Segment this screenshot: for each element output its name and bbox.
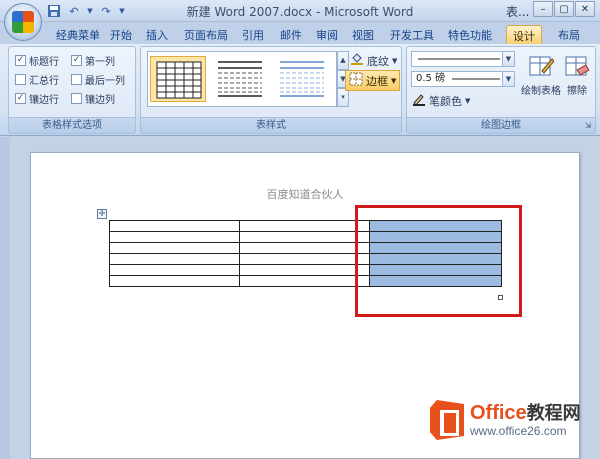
draw-borders-group: ▼ 0.5 磅 ▼ 笔颜色 ▼ 绘制表格 擦除 绘图边框 ⇲ (406, 46, 596, 134)
pen-color-button[interactable]: 笔颜色 ▼ (409, 91, 473, 110)
watermark-brand: Office教程网 (470, 402, 581, 424)
annotation-highlight-box (355, 205, 522, 317)
window-controls: – ▢ ✕ (532, 1, 595, 17)
table-cell[interactable] (109, 231, 240, 243)
banded-rows-option[interactable]: ✓ 镶边行 (15, 91, 59, 106)
draw-table-icon (528, 53, 555, 79)
first-column-option[interactable]: ✓ 第一列 (71, 53, 115, 68)
shading-label: 底纹 (367, 54, 389, 68)
banded-columns-label: 镶边列 (85, 95, 115, 106)
tab-classic-menu[interactable]: 经典菜单 (50, 25, 106, 44)
banded-rows-label: 镶边行 (29, 95, 59, 106)
tab-special-features[interactable]: 特色功能 (442, 25, 498, 44)
table-cell[interactable] (109, 220, 240, 232)
pen-icon (412, 92, 426, 109)
pen-style-select[interactable]: ▼ (411, 51, 515, 67)
pen-weight-value: 0.5 磅 (416, 73, 446, 84)
table-cell[interactable] (239, 242, 370, 254)
dialog-launcher-icon[interactable]: ⇲ (583, 121, 593, 131)
borders-icon (349, 72, 363, 89)
pen-style-dropdown-icon: ▼ (502, 52, 514, 66)
table-style-options-group-label: 表格样式选项 (9, 117, 135, 133)
table-style-grid[interactable] (150, 56, 206, 102)
table-styles-gallery (147, 51, 337, 107)
table-cell[interactable] (239, 231, 370, 243)
tab-view[interactable]: 视图 (346, 25, 380, 44)
shading-button[interactable]: 底纹 ▼ (347, 51, 400, 70)
header-row-label: 标题行 (29, 57, 59, 68)
eraser-label: 擦除 (567, 86, 587, 97)
last-column-checkbox[interactable] (71, 74, 82, 85)
tab-review[interactable]: 审阅 (310, 25, 344, 44)
table-cell[interactable] (109, 253, 240, 265)
table-styles-group-label: 表样式 (141, 117, 401, 133)
table-cell[interactable] (239, 264, 370, 276)
pen-weight-dropdown-icon: ▼ (502, 72, 514, 86)
tab-home[interactable]: 开始 (104, 25, 138, 44)
table-style-options-group: ✓ 标题行 ✓ 第一列 汇总行 最后一列 ✓ 镶边行 镶边列 表格样式选项 (8, 46, 136, 134)
gallery-more-icon[interactable]: ▾ (337, 88, 349, 108)
table-cell[interactable] (109, 242, 240, 254)
tab-insert[interactable]: 插入 (140, 25, 174, 44)
office-logo-icon (430, 400, 464, 440)
minimize-button[interactable]: – (533, 1, 553, 17)
last-column-option[interactable]: 最后一列 (71, 72, 125, 87)
header-row-option[interactable]: ✓ 标题行 (15, 53, 59, 68)
banded-columns-checkbox[interactable] (71, 93, 82, 104)
ribbon-tabs: 经典菜单 开始 插入 页面布局 引用 邮件 审阅 视图 开发工具 特色功能 设计… (0, 22, 600, 44)
context-tab-label: 表... (506, 5, 530, 19)
office-logo-icon (12, 11, 34, 33)
first-column-checkbox[interactable]: ✓ (71, 55, 82, 66)
eraser-button[interactable]: 擦除 (557, 53, 597, 97)
ribbon: ✓ 标题行 ✓ 第一列 汇总行 最后一列 ✓ 镶边行 镶边列 表格样式选项 ▲ … (0, 44, 600, 136)
tab-mailings[interactable]: 邮件 (274, 25, 308, 44)
close-button[interactable]: ✕ (575, 1, 595, 17)
pen-color-dropdown-icon: ▼ (465, 96, 471, 105)
total-row-label: 汇总行 (29, 76, 59, 87)
banded-columns-option[interactable]: 镶边列 (71, 91, 115, 106)
table-cell[interactable] (239, 253, 370, 265)
total-row-checkbox[interactable] (15, 74, 26, 85)
borders-label: 边框 (366, 74, 388, 88)
tab-developer[interactable]: 开发工具 (384, 25, 440, 44)
eraser-icon (564, 53, 590, 79)
table-styles-group: ▲ ▼ ▾ 底纹 ▼ 边框 ▼ 表样式 (140, 46, 402, 134)
table-cell[interactable] (109, 275, 240, 287)
watermark: Office教程网 www.office26.com (430, 400, 581, 440)
table-cell[interactable] (239, 220, 370, 232)
watermark-url: www.office26.com (470, 424, 567, 438)
borders-button[interactable]: 边框 ▼ (345, 70, 401, 91)
tab-references[interactable]: 引用 (236, 25, 270, 44)
table-style-light-shading-accent[interactable] (274, 56, 330, 102)
banded-rows-checkbox[interactable]: ✓ (15, 93, 26, 104)
table-move-handle-icon[interactable]: ✛ (97, 209, 107, 219)
vertical-ruler (0, 137, 10, 459)
title-bar: ↶ ▼ ↷ ▼ 新建 Word 2007.docx - Microsoft Wo… (0, 0, 600, 22)
table-style-light-shading[interactable] (212, 56, 268, 102)
shading-dropdown-icon: ▼ (392, 56, 398, 65)
tab-page-layout[interactable]: 页面布局 (178, 25, 234, 44)
pen-weight-select[interactable]: 0.5 磅 ▼ (411, 71, 515, 87)
pen-color-label: 笔颜色 (429, 94, 462, 108)
maximize-button[interactable]: ▢ (554, 1, 574, 17)
table-cell[interactable] (239, 275, 370, 287)
page-header-text: 百度知道合伙人 (266, 188, 344, 201)
last-column-label: 最后一列 (85, 76, 125, 87)
tab-design[interactable]: 设计 (506, 25, 542, 44)
borders-dropdown-icon: ▼ (391, 76, 397, 85)
table-cell[interactable] (109, 264, 240, 276)
paint-bucket-icon (350, 52, 364, 69)
office-button[interactable] (4, 3, 42, 41)
draw-borders-group-label: 绘图边框 (407, 117, 595, 133)
first-column-label: 第一列 (85, 57, 115, 68)
tab-layout[interactable]: 布局 (552, 25, 586, 44)
total-row-option[interactable]: 汇总行 (15, 72, 59, 87)
header-row-checkbox[interactable]: ✓ (15, 55, 26, 66)
draw-table-label: 绘制表格 (521, 86, 561, 97)
